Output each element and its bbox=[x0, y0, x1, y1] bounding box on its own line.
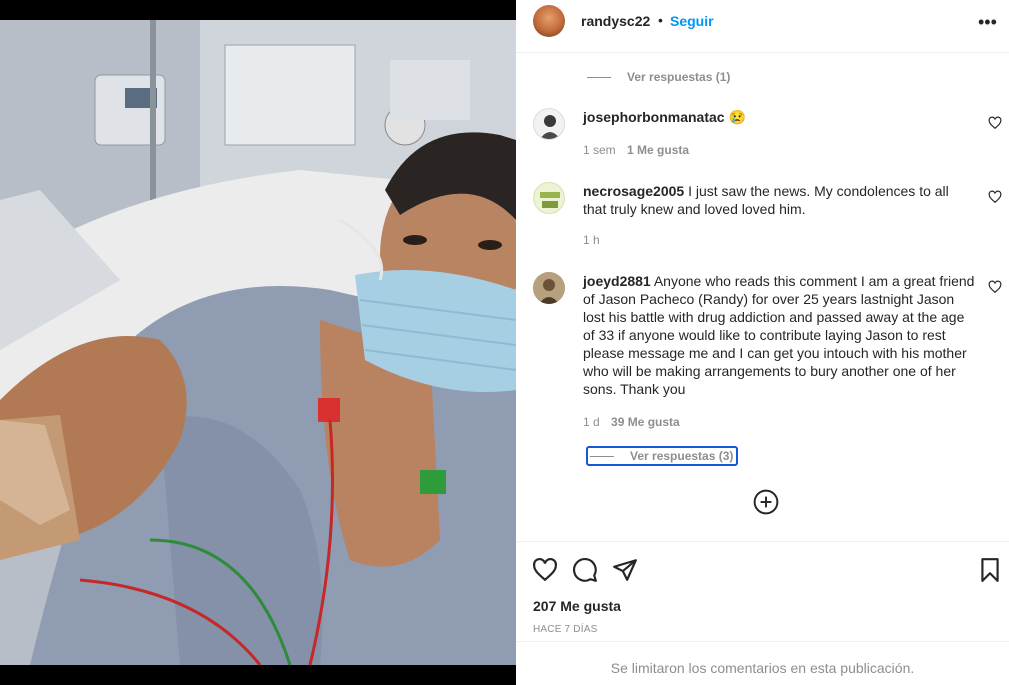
hospital-selfie-image bbox=[0, 20, 516, 665]
more-horizontal-icon[interactable]: ••• bbox=[978, 12, 997, 33]
comment-like-heart-icon[interactable] bbox=[988, 190, 1002, 204]
commenter-avatar[interactable] bbox=[533, 272, 565, 304]
author-username[interactable]: randysc22 bbox=[581, 13, 650, 29]
view-replies-button-3[interactable]: Ver respuestas (3) bbox=[586, 446, 738, 466]
share-paper-plane-icon[interactable] bbox=[612, 557, 638, 583]
comment-text: Anyone who reads this comment I am a gre… bbox=[583, 273, 975, 397]
separator-dot: • bbox=[658, 12, 663, 28]
author-avatar[interactable] bbox=[533, 5, 565, 37]
comment-bubble-icon[interactable] bbox=[572, 557, 598, 583]
comment-username[interactable]: joeyd2881 bbox=[583, 273, 651, 289]
view-replies-label: Ver respuestas (3) bbox=[630, 449, 734, 463]
likes-count[interactable]: 207 Me gusta bbox=[533, 598, 621, 614]
post-timestamp[interactable]: HACE 7 DÍAS bbox=[533, 624, 597, 635]
avatar-image bbox=[540, 115, 560, 139]
comment-username[interactable]: josephorbonmanatac bbox=[583, 109, 725, 125]
view-replies-button-1[interactable]: Ver respuestas (1) bbox=[587, 70, 730, 84]
divider-line bbox=[590, 456, 614, 458]
post-photo[interactable] bbox=[0, 20, 516, 665]
comment-text: 😢 bbox=[728, 109, 746, 125]
view-replies-label: Ver respuestas (1) bbox=[627, 70, 731, 84]
comment-meta: 1 sem 1 Me gusta bbox=[583, 143, 689, 157]
save-bookmark-icon[interactable] bbox=[977, 557, 1003, 583]
comment-body: joeyd2881 Anyone who reads this comment … bbox=[583, 272, 975, 398]
comment-likes[interactable]: 39 Me gusta bbox=[611, 415, 680, 429]
post-media-area bbox=[0, 0, 516, 685]
post-actions-bar: 207 Me gusta HACE 7 DÍAS bbox=[516, 541, 1009, 641]
follow-button[interactable]: Seguir bbox=[670, 13, 714, 29]
post-side-panel: randysc22 • Seguir ••• Ver respuestas (1… bbox=[516, 0, 1009, 685]
avatar-image bbox=[540, 192, 560, 208]
post-header: randysc22 • Seguir ••• bbox=[516, 0, 1009, 53]
comment-meta: 1 d 39 Me gusta bbox=[583, 415, 680, 429]
comment-like-heart-icon[interactable] bbox=[988, 280, 1002, 294]
like-heart-icon[interactable] bbox=[532, 557, 558, 583]
comment-username[interactable]: necrosage2005 bbox=[583, 183, 684, 199]
avatar-image bbox=[533, 272, 565, 304]
comments-limited-notice: Se limitaron los comentarios en esta pub… bbox=[516, 641, 1009, 685]
load-more-comments-icon[interactable] bbox=[753, 489, 779, 515]
comment-body: josephorbonmanatac 😢 bbox=[583, 108, 975, 126]
commenter-avatar[interactable] bbox=[533, 108, 565, 140]
commenter-avatar[interactable] bbox=[533, 182, 565, 214]
comment-likes[interactable]: 1 Me gusta bbox=[627, 143, 689, 157]
comment-time[interactable]: 1 d bbox=[583, 415, 600, 429]
comment-meta: 1 h bbox=[583, 233, 600, 247]
comment-like-heart-icon[interactable] bbox=[988, 116, 1002, 130]
comment-body: necrosage2005 I just saw the news. My co… bbox=[583, 182, 975, 218]
comment-time[interactable]: 1 sem bbox=[583, 143, 616, 157]
comment-time[interactable]: 1 h bbox=[583, 233, 600, 247]
divider-line bbox=[587, 77, 611, 79]
